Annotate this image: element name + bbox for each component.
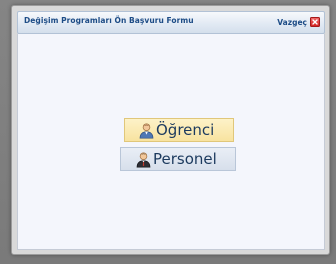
dialog-titlebar: Değişim Programları Ön Başvuru Formu Vaz… — [17, 11, 325, 34]
staff-option-button[interactable]: Personel — [120, 147, 236, 171]
staff-option-label: Personel — [153, 149, 217, 168]
student-option-label: Öğrenci — [156, 120, 215, 139]
student-user-icon — [139, 122, 154, 139]
dialog-title: Değişim Programları Ön Başvuru Formu — [24, 16, 194, 25]
close-icon[interactable] — [310, 17, 320, 27]
cancel-label: Vazgeç — [277, 17, 307, 27]
staff-user-icon — [136, 151, 151, 168]
application-form-dialog: Değişim Programları Ön Başvuru Formu Vaz… — [11, 5, 330, 255]
dialog-content: Öğrenci Personel — [17, 34, 325, 250]
cancel-button[interactable]: Vazgeç — [277, 15, 320, 29]
student-option-button[interactable]: Öğrenci — [124, 118, 234, 142]
